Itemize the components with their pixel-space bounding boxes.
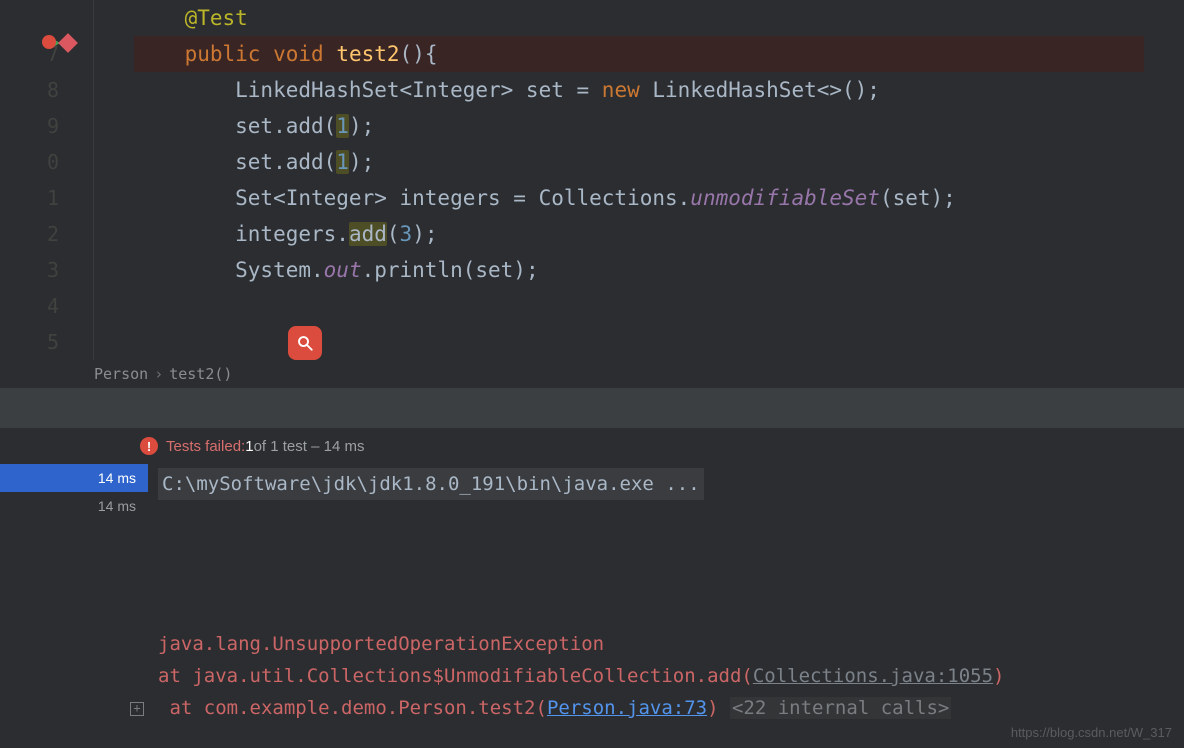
static-method: unmodifiableSet xyxy=(690,186,880,210)
breakpoint-icon[interactable] xyxy=(42,35,56,49)
search-button[interactable] xyxy=(288,326,322,360)
line-number: 2 xyxy=(0,216,93,252)
stack-line: at com.example.demo.Person.test2( xyxy=(158,697,547,719)
code-line[interactable]: System.out.println(set); xyxy=(134,252,1144,288)
line-number: 4 xyxy=(0,288,93,324)
code-line[interactable]: @Test xyxy=(134,0,1144,36)
code-text: integers. xyxy=(134,222,349,246)
code-text: set.add( xyxy=(134,114,336,138)
breadcrumb-item[interactable]: Person xyxy=(94,365,148,383)
line-number: 1 xyxy=(0,180,93,216)
code-text: Set<Integer> integers = Collections. xyxy=(134,186,690,210)
code-text: ); xyxy=(349,114,374,138)
code-line[interactable]: LinkedHashSet<Integer> set = new LinkedH… xyxy=(134,72,1144,108)
static-field: out xyxy=(324,258,362,282)
code-text: ); xyxy=(349,150,374,174)
line-number: 3 xyxy=(0,252,93,288)
tests-failed-count: 1 xyxy=(245,438,253,455)
keyword: void xyxy=(273,42,324,66)
tool-window-strip xyxy=(0,388,1184,428)
code-text: (){ xyxy=(400,42,438,66)
number-literal: 3 xyxy=(400,222,413,246)
error-icon: ! xyxy=(140,437,158,455)
code-line[interactable]: Set<Integer> integers = Collections.unmo… xyxy=(134,180,1144,216)
breadcrumb[interactable]: Person › test2() xyxy=(0,360,1184,388)
code-line[interactable]: public void test2(){ xyxy=(134,36,1144,72)
stack-line: at java.util.Collections$UnmodifiableCol… xyxy=(158,665,753,687)
breadcrumb-item[interactable]: test2() xyxy=(169,365,232,383)
code-body[interactable]: @Test public void test2(){ LinkedHashSet… xyxy=(94,0,1184,360)
tests-failed-label: Tests failed: xyxy=(166,438,245,455)
annotation: @Test xyxy=(185,6,248,30)
code-text: (set); xyxy=(880,186,956,210)
code-line[interactable]: integers.add(3); xyxy=(134,216,1144,252)
stack-line: ) xyxy=(707,697,730,719)
console-output[interactable]: C:\mySoftware\jdk\jdk1.8.0_191\bin\java.… xyxy=(148,464,1184,748)
chevron-right-icon: › xyxy=(154,365,163,383)
internal-calls[interactable]: <22 internal calls> xyxy=(730,697,951,719)
source-link[interactable]: Person.java:73 xyxy=(547,697,707,719)
code-text: set.add( xyxy=(134,150,336,174)
line-number xyxy=(0,0,93,36)
code-text: .println(set); xyxy=(362,258,539,282)
code-line[interactable]: set.add(1); xyxy=(134,108,1144,144)
code-line[interactable] xyxy=(134,288,1144,324)
test-row[interactable]: 14 ms xyxy=(0,492,148,520)
gutter: 7 8 9 0 1 2 3 4 5 − xyxy=(0,0,94,360)
code-text: ( xyxy=(387,222,400,246)
code-line[interactable]: set.add(1); xyxy=(134,144,1144,180)
expand-icon[interactable]: + xyxy=(130,702,144,716)
highlighted-text: add xyxy=(349,222,387,246)
code-text: ); xyxy=(412,222,437,246)
keyword: new xyxy=(602,78,640,102)
command-line: C:\mySoftware\jdk\jdk1.8.0_191\bin\java.… xyxy=(158,468,704,500)
line-number: 9 xyxy=(0,108,93,144)
method-name: test2 xyxy=(336,42,399,66)
line-number: 8 xyxy=(0,72,93,108)
diamond-icon[interactable] xyxy=(58,33,78,53)
test-row[interactable]: 14 ms xyxy=(0,464,148,492)
watermark: https://blog.csdn.net/W_317 xyxy=(1011,725,1172,740)
test-result-header: ! Tests failed: 1 of 1 test – 14 ms xyxy=(0,428,1184,464)
tests-failed-rest: of 1 test – 14 ms xyxy=(254,438,365,455)
code-editor[interactable]: 7 8 9 0 1 2 3 4 5 − @Test public void te… xyxy=(0,0,1184,360)
source-link[interactable]: Collections.java:1055 xyxy=(753,665,993,687)
stack-line: ) xyxy=(993,665,1004,687)
keyword: public xyxy=(185,42,261,66)
number-literal: 1 xyxy=(336,150,349,174)
code-text: System. xyxy=(134,258,324,282)
gutter-run-icons[interactable] xyxy=(42,36,75,50)
exception-name: java.lang.UnsupportedOperationException xyxy=(158,628,1184,660)
line-number: 5 xyxy=(0,324,93,360)
code-text: LinkedHashSet<>(); xyxy=(640,78,880,102)
test-tree[interactable]: 14 ms 14 ms xyxy=(0,464,148,748)
line-number: 0 xyxy=(0,144,93,180)
code-text: LinkedHashSet<Integer> set = xyxy=(134,78,602,102)
search-icon xyxy=(296,334,314,352)
number-literal: 1 xyxy=(336,114,349,138)
